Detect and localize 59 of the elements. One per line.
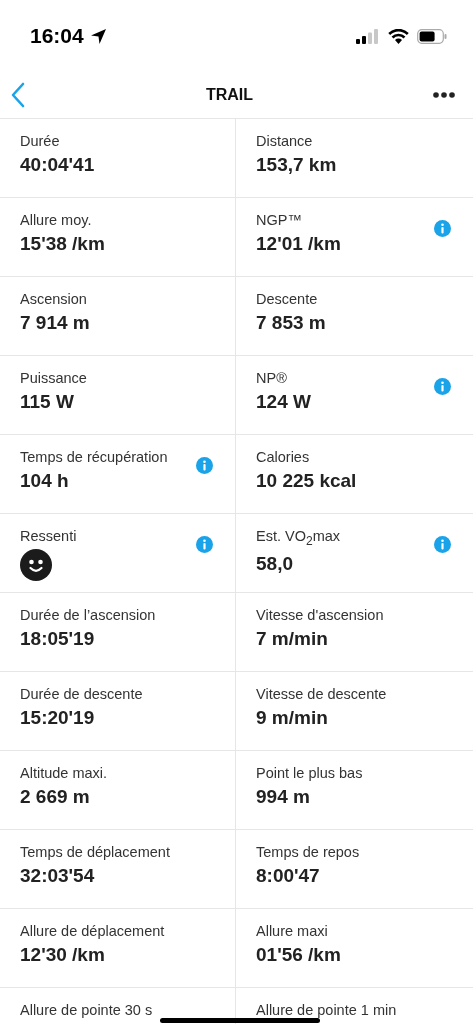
info-icon[interactable] (434, 378, 451, 395)
stat-value: 12'30 /km (20, 944, 105, 966)
wifi-icon (388, 28, 409, 44)
stat-value: 10 225 kcal (256, 470, 357, 492)
page-title: TRAIL (205, 86, 254, 104)
info-icon[interactable] (434, 536, 451, 553)
location-arrow-icon (89, 27, 107, 45)
stat-value: 153,7 km (256, 154, 337, 176)
stat-value: 12'01 /km (256, 233, 341, 255)
stat-label: Allure de pointe 1 min (256, 1002, 397, 1018)
stat-value: 124 W (256, 391, 311, 413)
stat-label: Calories (256, 449, 310, 465)
status-time: 16:04 (30, 24, 84, 48)
more-icon[interactable] (433, 92, 455, 98)
stat-value: 104 h (20, 470, 69, 492)
stat-label: Temps de déplacement (20, 844, 170, 860)
stat-value: 8:00'47 (256, 865, 320, 887)
stat-label: Allure moy. (20, 212, 92, 228)
stat-value: 32:03'54 (20, 865, 95, 887)
stat-label: NP® (256, 370, 287, 386)
stat-value: 115 W (20, 391, 74, 413)
stat-value: 40:04'41 (20, 154, 95, 176)
stat-label: Altitude maxi. (20, 765, 108, 781)
stat-label: Temps de repos (256, 844, 360, 860)
info-icon[interactable] (434, 220, 451, 237)
stat-value: 15:20'19 (20, 707, 95, 729)
stat-value: 7 914 m (20, 312, 90, 334)
battery-icon (417, 28, 447, 44)
stat-value: 58,0 (256, 552, 293, 575)
signal-icon (356, 28, 380, 44)
stat-label: Vitesse de descente (256, 686, 387, 702)
stat-label: Descente (256, 291, 318, 307)
stat-label: Allure maxi (256, 923, 328, 939)
stat-value: 7 853 m (256, 312, 326, 334)
stat-label: Puissance (20, 370, 87, 386)
stat-label: Allure de pointe 30 s (20, 1002, 153, 1018)
stat-label: Distance (256, 133, 313, 149)
stat-value: 994 m (256, 786, 310, 808)
stat-label: NGP™ (256, 212, 302, 228)
stat-label: Durée de descente (20, 686, 143, 702)
stat-value: 01'56 /km (256, 944, 341, 966)
info-icon[interactable] (196, 536, 213, 553)
stat-label: Durée de l’ascension (20, 607, 156, 623)
stat-label: Ascension (20, 291, 87, 307)
stat-label: Temps de récupération (20, 449, 168, 465)
stat-value: 2 669 m (20, 786, 90, 808)
stat-value: 9 m/min (256, 707, 328, 729)
stat-label: Durée (20, 133, 60, 149)
stat-label: Point le plus bas (256, 765, 363, 781)
stat-label: Ressenti (20, 528, 77, 544)
stat-label: Vitesse d'ascension (256, 607, 384, 623)
stat-value: 7 m/min (256, 628, 328, 650)
info-icon[interactable] (196, 457, 213, 474)
back-icon[interactable] (10, 82, 26, 108)
stat-value: 18:05'19 (20, 628, 95, 650)
stat-value: 15'38 /km (20, 233, 105, 255)
stat-label: Est. VO$_{2}$max (256, 528, 341, 548)
smiley-icon (20, 549, 52, 581)
stat-label: Allure de déplacement (20, 923, 165, 939)
